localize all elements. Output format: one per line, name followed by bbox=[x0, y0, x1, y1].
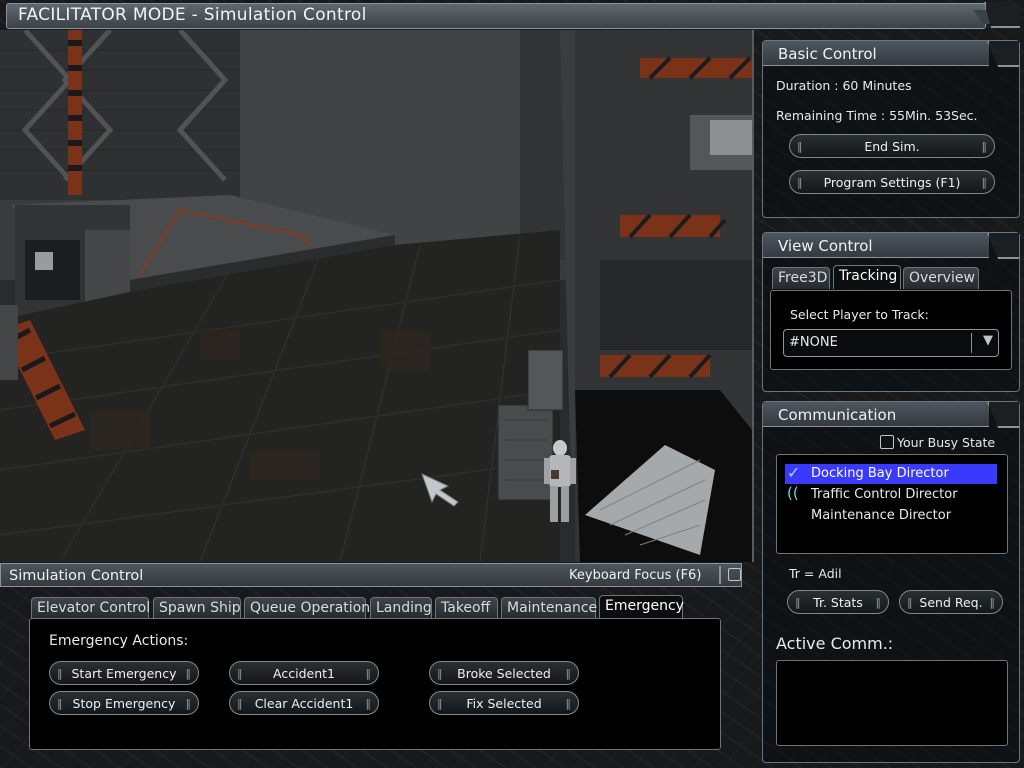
communication-header: Communication bbox=[763, 402, 989, 427]
simulation-control-header: Simulation Control Keyboard Focus (F6) bbox=[0, 563, 742, 587]
signal-icon: (( bbox=[787, 484, 799, 502]
end-sim-button[interactable]: End Sim. bbox=[789, 134, 995, 159]
player-select-dropdown[interactable]: #NONE ▼ bbox=[783, 329, 999, 357]
window-title: FACILITATOR MODE - Simulation Control bbox=[18, 5, 367, 25]
tab-spawn-ship[interactable]: Spawn Ship bbox=[153, 597, 241, 619]
trainee-label: Tr = Adil bbox=[789, 566, 842, 581]
busy-state-checkbox[interactable] bbox=[880, 435, 894, 449]
titlebar-corner bbox=[984, 2, 1020, 28]
collapse-toggle[interactable] bbox=[719, 566, 745, 584]
director-name: Docking Bay Director bbox=[811, 466, 949, 481]
dropdown-divider bbox=[971, 333, 972, 353]
accident1-button[interactable]: Accident1 bbox=[229, 661, 379, 686]
director-name: Traffic Control Director bbox=[811, 487, 958, 502]
tab-tracking[interactable]: Tracking bbox=[833, 265, 901, 289]
scene-viewport[interactable] bbox=[0, 30, 754, 562]
list-item-traffic-control-director[interactable]: (( Traffic Control Director bbox=[785, 484, 997, 505]
keyboard-focus-label: Keyboard Focus (F6) bbox=[569, 568, 702, 583]
send-req-button[interactable]: Send Req. bbox=[899, 590, 1003, 615]
start-emergency-button[interactable]: Start Emergency bbox=[49, 661, 199, 686]
checkmark-icon: ✓ bbox=[787, 463, 801, 482]
view-control-title: View Control bbox=[778, 237, 873, 255]
director-name: Maintenance Director bbox=[811, 508, 952, 523]
window-icon bbox=[728, 568, 741, 581]
emergency-actions-heading: Emergency Actions: bbox=[49, 633, 189, 649]
broke-selected-button[interactable]: Broke Selected bbox=[429, 661, 579, 686]
chevron-down-icon[interactable]: ▼ bbox=[983, 333, 993, 348]
tab-free3d[interactable]: Free3D bbox=[772, 267, 830, 289]
player-select-value: #NONE bbox=[789, 335, 838, 350]
communication-title: Communication bbox=[778, 406, 897, 424]
select-player-label: Select Player to Track: bbox=[790, 307, 929, 322]
remaining-time-label: Remaining Time : 55Min. 53Sec. bbox=[776, 108, 978, 123]
scene-render bbox=[0, 30, 752, 562]
list-item-maintenance-director[interactable]: Maintenance Director bbox=[785, 506, 997, 526]
director-list: ✓ Docking Bay Director (( Traffic Contro… bbox=[776, 454, 1008, 554]
tab-maintenance[interactable]: Maintenance bbox=[501, 597, 597, 619]
tab-elevator-control[interactable]: Elevator Control bbox=[31, 597, 150, 619]
duration-label: Duration : 60 Minutes bbox=[776, 78, 912, 93]
tab-overview[interactable]: Overview bbox=[903, 267, 979, 289]
fix-selected-button[interactable]: Fix Selected bbox=[429, 691, 579, 716]
clear-accident1-button[interactable]: Clear Accident1 bbox=[229, 691, 379, 716]
list-item-docking-bay-director[interactable]: ✓ Docking Bay Director bbox=[785, 463, 997, 484]
view-control-panel: View Control Free3D Tracking Overview Se… bbox=[762, 232, 1020, 392]
simulation-control-title: Simulation Control bbox=[9, 568, 144, 584]
tab-emergency[interactable]: Emergency bbox=[599, 595, 684, 619]
tab-queue-operation[interactable]: Queue Operation bbox=[244, 597, 370, 619]
tab-landing[interactable]: Landing bbox=[370, 597, 432, 619]
communication-panel: Communication Your Busy State ✓ Docking … bbox=[762, 401, 1020, 763]
active-comm-label: Active Comm.: bbox=[776, 634, 894, 653]
window-titlebar: FACILITATOR MODE - Simulation Control bbox=[0, 0, 1024, 30]
basic-control-header: Basic Control bbox=[763, 41, 989, 66]
tr-stats-button[interactable]: Tr. Stats bbox=[787, 590, 889, 615]
active-comm-box[interactable] bbox=[776, 660, 1008, 746]
view-control-header: View Control bbox=[763, 233, 989, 258]
basic-control-panel: Basic Control Duration : 60 Minutes Rema… bbox=[762, 40, 1020, 218]
emergency-tab-content: Emergency Actions: Start Emergency Stop … bbox=[29, 618, 721, 750]
stop-emergency-button[interactable]: Stop Emergency bbox=[49, 691, 199, 716]
basic-control-title: Basic Control bbox=[778, 45, 877, 63]
program-settings-button[interactable]: Program Settings (F1) bbox=[789, 170, 995, 195]
tab-takeoff[interactable]: Takeoff bbox=[435, 597, 498, 619]
busy-state-label: Your Busy State bbox=[897, 435, 996, 450]
